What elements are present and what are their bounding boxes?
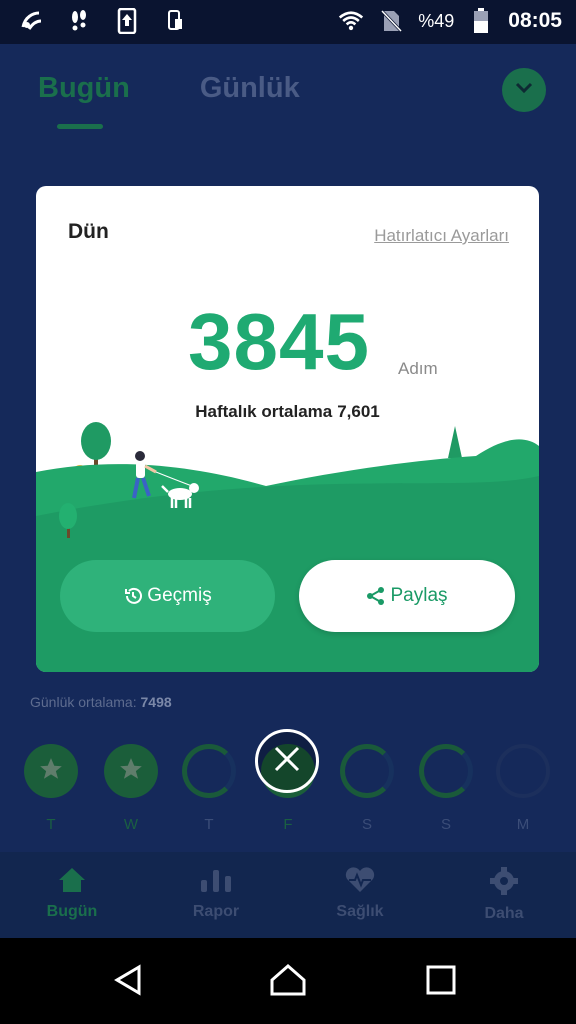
square-icon xyxy=(425,964,457,1001)
nav-item-label: Daha xyxy=(484,905,524,922)
gear-icon xyxy=(489,867,519,900)
day-label: S xyxy=(440,816,451,833)
home-button[interactable] xyxy=(268,962,308,1002)
phone-icon xyxy=(162,8,188,34)
bottom-navigation: Bugün Rapor Sağlık Daha xyxy=(0,852,576,938)
day-label: F xyxy=(283,816,293,833)
status-bar: %49 08:05 xyxy=(0,0,576,44)
day-circle-partial[interactable] xyxy=(182,744,236,798)
day-label: T xyxy=(204,816,214,833)
history-button-label: Geçmiş xyxy=(147,585,212,606)
back-button[interactable] xyxy=(108,962,148,1002)
wifi-icon xyxy=(338,8,364,34)
day-circle-partial[interactable] xyxy=(419,744,473,798)
nav-item-more[interactable]: Daha xyxy=(449,866,559,923)
close-icon xyxy=(272,744,302,779)
day-circle-empty[interactable] xyxy=(496,744,550,798)
reminder-settings-link[interactable]: Hatırlatıcı Ayarları xyxy=(374,226,509,246)
share-button-label: Paylaş xyxy=(390,585,448,606)
home-outline-icon xyxy=(269,963,307,1002)
battery-icon xyxy=(468,8,494,34)
battery-percent: %49 xyxy=(418,10,455,31)
day-circle-partial[interactable] xyxy=(340,744,394,798)
daily-average: Günlük ortalama: 7498 xyxy=(30,694,172,710)
recent-apps-button[interactable] xyxy=(421,962,461,1002)
update-icon xyxy=(114,8,140,34)
clock: 08:05 xyxy=(508,9,562,32)
step-unit: Adım xyxy=(398,359,438,378)
tab-today[interactable]: Bugün xyxy=(38,72,130,105)
system-navigation-bar xyxy=(0,938,576,1024)
day-label: W xyxy=(123,816,139,833)
share-icon xyxy=(366,586,386,606)
day-circle-complete[interactable] xyxy=(24,744,78,798)
day-circle-complete[interactable] xyxy=(104,744,158,798)
back-triangle-icon xyxy=(111,963,145,1002)
step-count: 3845 xyxy=(188,297,370,386)
share-button[interactable]: Paylaş xyxy=(299,560,515,632)
close-dialog-button[interactable] xyxy=(255,729,319,793)
day-label: M xyxy=(516,816,530,833)
walking-landscape-illustration xyxy=(36,422,539,672)
chevron-down-icon xyxy=(515,81,533,99)
daily-average-label: Günlük ortalama: xyxy=(30,694,137,710)
nav-item-label: Sağlık xyxy=(336,903,384,920)
dialog-title: Dün xyxy=(68,220,109,243)
star-icon xyxy=(118,756,144,787)
day-label: T xyxy=(46,816,56,833)
carrier-logo-icon xyxy=(18,8,44,34)
history-icon xyxy=(123,586,143,606)
home-icon xyxy=(57,868,87,898)
yesterday-summary-dialog: Dün Hatırlatıcı Ayarları 3845 Adım Hafta… xyxy=(36,186,539,672)
day-label: S xyxy=(361,816,372,833)
no-sim-icon xyxy=(378,8,404,34)
expand-button[interactable] xyxy=(502,68,546,112)
nav-item-label: Rapor xyxy=(192,903,240,920)
tab-daily[interactable]: Günlük xyxy=(200,72,300,105)
bar-chart-icon xyxy=(199,870,233,898)
nav-item-label: Bugün xyxy=(46,903,98,920)
tab-bar: Bugün Günlük xyxy=(38,72,300,132)
active-tab-indicator xyxy=(57,124,103,129)
star-icon xyxy=(38,756,64,787)
footsteps-icon xyxy=(66,8,92,34)
heart-pulse-icon xyxy=(343,867,377,898)
nav-item-today[interactable]: Bugün xyxy=(17,866,127,921)
history-button[interactable]: Geçmiş xyxy=(60,560,275,632)
nav-item-report[interactable]: Rapor xyxy=(161,866,271,921)
nav-item-health[interactable]: Sağlık xyxy=(305,866,415,921)
daily-average-value: 7498 xyxy=(140,694,172,710)
